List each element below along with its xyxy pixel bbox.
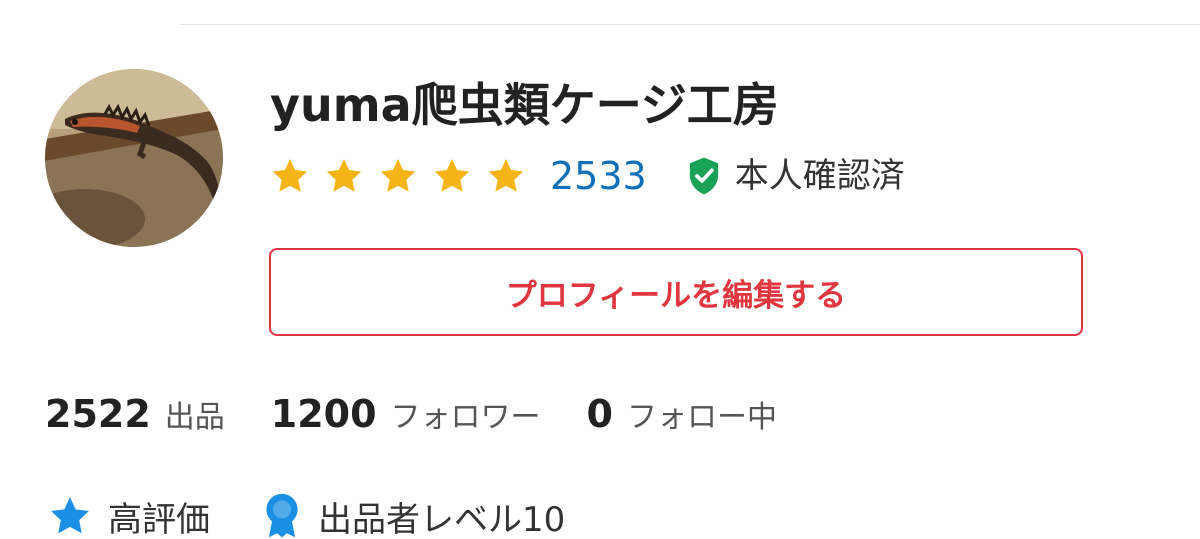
verified-badge: 本人確認済 bbox=[687, 150, 905, 202]
badge-high-rating: 高評価 bbox=[48, 492, 210, 539]
star-rating[interactable] bbox=[270, 156, 540, 196]
ribbon-medal-icon bbox=[266, 493, 298, 538]
edit-profile-button[interactable]: プロフィールを編集する bbox=[269, 248, 1083, 336]
review-count-link[interactable]: 2533 bbox=[550, 150, 647, 202]
stat-label: フォロワー bbox=[390, 400, 541, 435]
star-icon bbox=[326, 159, 362, 192]
shop-name: yuma爬虫類ケージ工房 bbox=[270, 78, 779, 132]
stat-listings[interactable]: 2522 出品 bbox=[45, 392, 225, 436]
rating-row: 2533 本人確認済 bbox=[270, 150, 905, 202]
star-icon bbox=[434, 159, 470, 192]
badge-seller-level: 出品者レベル10 bbox=[262, 492, 565, 539]
stats-row: 2522 出品 1200 フォロワー 0 フォロー中 bbox=[45, 388, 823, 440]
badge-row: 高評価 出品者レベル10 bbox=[48, 492, 617, 539]
profile-page: yuma爬虫類ケージ工房 2533 本人確認済 プロフィールを編集する 2522… bbox=[0, 0, 1200, 539]
verified-label: 本人確認済 bbox=[734, 156, 905, 196]
stat-label: 出品 bbox=[164, 400, 225, 435]
stat-number: 1200 bbox=[270, 392, 377, 436]
shield-check-icon bbox=[689, 157, 718, 195]
star-icon bbox=[272, 159, 308, 192]
star-icon bbox=[488, 159, 524, 192]
stat-followers[interactable]: 1200 フォロワー bbox=[271, 392, 541, 436]
badge-label: 高評価 bbox=[108, 499, 210, 539]
badge-label: 出品者レベル10 bbox=[318, 499, 566, 539]
stat-number: 2522 bbox=[45, 392, 151, 436]
stat-following[interactable]: 0 フォロー中 bbox=[587, 392, 777, 436]
star-icon bbox=[380, 159, 416, 192]
stat-number: 0 bbox=[586, 392, 613, 436]
stat-label: フォロー中 bbox=[626, 400, 777, 435]
avatar[interactable] bbox=[45, 69, 223, 247]
avatar-photo bbox=[45, 69, 223, 247]
top-divider bbox=[180, 24, 1200, 25]
star-icon bbox=[51, 497, 89, 534]
